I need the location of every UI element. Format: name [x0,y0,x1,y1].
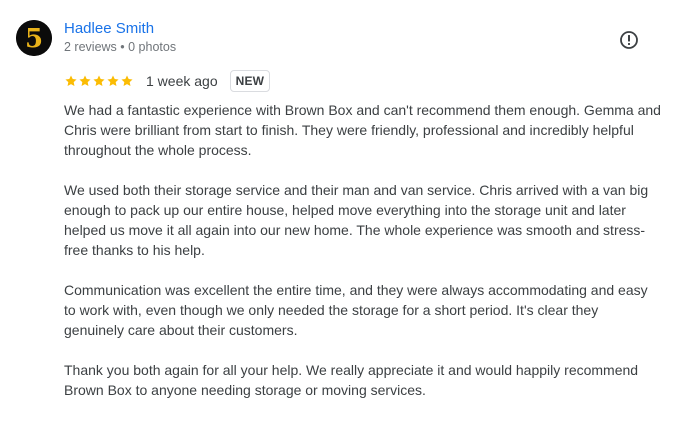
review-paragraph: We used both their storage service and t… [64,182,649,258]
exclamation-circle-icon [620,31,638,49]
review-date: 1 week ago [146,73,218,89]
review-text: We had a fantastic experience with Brown… [64,100,662,400]
author-meta: 2 reviews • 0 photos [64,40,177,54]
review-paragraph: Thank you both again for all your help. … [64,362,639,398]
star-icon [65,75,77,87]
avatar[interactable]: 5 [16,20,52,56]
star-icon [79,75,91,87]
star-icon [93,75,105,87]
review-card: 5 Hadlee Smith 2 reviews • 0 photos 1 we… [0,0,674,422]
review-paragraph: We had a fantastic experience with Brown… [64,102,661,158]
review-paragraph: Communication was excellent the entire t… [64,282,648,338]
rating-row: 1 week ago NEW [64,69,271,93]
avatar-glyph: 5 [25,24,43,54]
author-name[interactable]: Hadlee Smith [64,20,154,38]
report-review-button[interactable] [614,25,644,55]
new-badge: NEW [229,70,271,92]
star-rating [64,74,134,88]
star-icon [107,75,119,87]
avatar-logo-icon: 5 [16,20,52,56]
star-icon [121,75,133,87]
